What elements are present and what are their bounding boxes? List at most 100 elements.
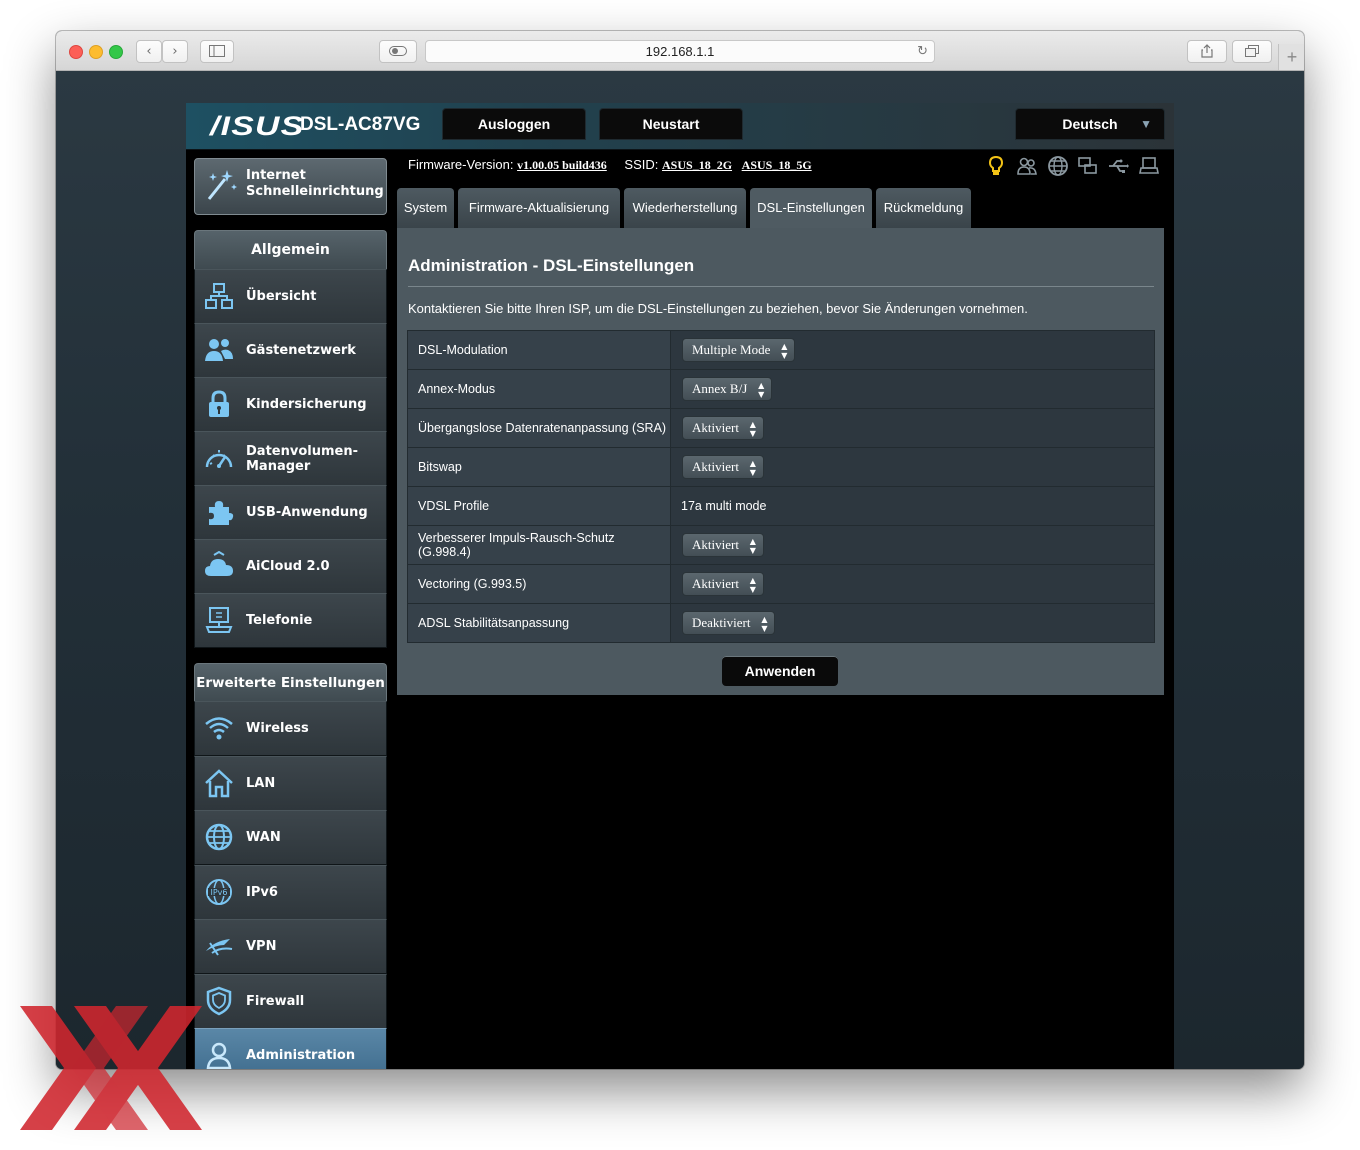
sidebar-item-guest-network[interactable]: Gästenetzwerk [194,323,387,378]
select-arrows-icon: ▲ ▼ [781,342,788,360]
adsl-stability-select[interactable]: Deaktiviert ▲ ▼ [682,611,776,635]
language-label: Deutsch [1062,116,1118,132]
sidebar-item-label: WAN [246,830,281,845]
sidebar-item-label: AiCloud 2.0 [246,559,330,574]
svg-text:IPv6: IPv6 [210,888,227,897]
tab-feedback[interactable]: Rückmeldung [876,188,971,228]
sidebar-item-wan[interactable]: WAN [194,810,387,865]
panel-description: Kontaktieren Sie bitte Ihren ISP, um die… [408,301,1028,316]
reboot-button[interactable]: Neustart [599,108,743,140]
sidebar-item-label: Telefonie [246,613,313,628]
setting-label: ADSL Stabilitätsanpassung [407,603,671,643]
browser-toolbar: ‹ › 192.168.1.1 ↻ + [56,31,1304,71]
printer-status-icon[interactable] [1138,155,1160,177]
general-section-header: Allgemein [194,230,387,269]
share-button[interactable] [1187,40,1227,63]
tab-system[interactable]: System [397,188,454,228]
vpn-icon [206,939,233,956]
tab-firmware-update[interactable]: Firmware-Aktualisierung [458,188,620,228]
sidebar-item-label: Gästenetzwerk [246,343,356,358]
logout-button[interactable]: Ausloggen [442,108,586,140]
reload-icon[interactable]: ↻ [917,41,928,62]
sra-select[interactable]: Aktiviert ▲ ▼ [682,416,764,440]
close-window-button[interactable] [69,45,83,59]
vectoring-select[interactable]: Aktiviert ▲ ▼ [682,572,764,596]
tab-restore[interactable]: Wiederherstellung [624,188,746,228]
magic-wand-icon [207,170,237,200]
firmware-version-link[interactable]: v1.00.05 build436 [517,158,607,172]
dsl-modulation-select[interactable]: Multiple Mode ▲ ▼ [682,338,796,362]
plus-icon: + [1286,47,1298,67]
sidebar-item-lan[interactable]: LAN [194,756,387,811]
select-value: Deaktiviert [692,615,751,630]
select-value: Aktiviert [692,420,739,435]
firmware-label: Firmware-Version: [408,157,514,172]
setting-label: Übergangslose Datenratenanpassung (SRA) [407,408,671,448]
chevron-down-icon: ▼ [1140,117,1152,131]
sidebar-item-label: Wireless [246,721,309,736]
table-row: DSL-Modulation Multiple Mode ▲ ▼ [407,330,1155,370]
network-map-icon [205,283,233,309]
sidebar-item-usb-application[interactable]: USB-Anwendung [194,485,387,540]
sidebar-item-ipv6[interactable]: IPv6 IPv6 [194,865,387,920]
page-viewport: /ISUS DSL-AC87VG Ausloggen Neustart Deut… [56,71,1304,1069]
clients-icon[interactable] [1016,155,1038,177]
language-select[interactable]: Deutsch ▼ [1015,108,1165,140]
sidebar-item-label: Übersicht [246,289,317,304]
quick-setup-button[interactable]: Internet Schnelleinrichtung [194,158,387,215]
internet-status-icon[interactable] [1047,155,1069,177]
model-name: DSL-AC87VG [300,114,421,135]
sidebar-item-label: IPv6 [246,885,278,900]
setting-label: Vectoring (G.993.5) [407,564,671,604]
sidebar-item-label: LAN [246,776,276,791]
select-arrows-icon: ▲ ▼ [758,381,765,399]
sidebar-icon [209,45,225,57]
wifi-icon [205,717,233,740]
sidebar-item-overview[interactable]: Übersicht [194,269,387,324]
lan-status-icon[interactable] [1077,155,1099,177]
new-tab-button[interactable]: + [1278,44,1304,70]
sidebar-item-administration[interactable]: Administration [194,1028,387,1069]
sidebar-item-traffic-manager[interactable]: Datenvolumen-Manager [194,431,387,486]
sidebar-item-label: Datenvolumen-Manager [246,443,358,474]
sidebar-item-label: Firewall [246,994,305,1009]
sidebar-item-telephony[interactable]: Telefonie [194,593,387,648]
ssid-5g-link[interactable]: ASUS_18_5G [742,158,812,172]
minimize-window-button[interactable] [89,45,103,59]
bitswap-select[interactable]: Aktiviert ▲ ▼ [682,455,764,479]
shield-icon [206,986,232,1016]
zoom-window-button[interactable] [109,45,123,59]
sidebar-item-vpn[interactable]: VPN [194,919,387,974]
apply-button[interactable]: Anwenden [722,656,838,686]
forward-button[interactable]: › [162,40,188,63]
back-icon: ‹ [146,44,152,59]
sidebar-item-aicloud[interactable]: AiCloud 2.0 [194,539,387,594]
address-bar[interactable]: 192.168.1.1 ↻ [425,40,935,63]
admin-user-icon [206,1042,232,1069]
sidebar-item-parental-controls[interactable]: Kindersicherung [194,377,387,432]
annex-mode-select[interactable]: Annex B/J ▲ ▼ [682,377,773,401]
dsl-settings-panel: Administration - DSL-Einstellungen Konta… [397,228,1164,695]
share-icon [1201,44,1213,58]
title-divider [408,286,1154,287]
sidebar-item-wireless[interactable]: Wireless [194,701,387,756]
ssid-2g-link[interactable]: ASUS_18_2G [662,158,732,172]
sidebar-toggle-button[interactable] [200,40,234,63]
select-value: Aktiviert [692,576,739,591]
forward-icon: › [172,44,178,59]
back-button[interactable]: ‹ [136,40,162,63]
select-arrows-icon: ▲ ▼ [749,420,756,438]
hint-bulb-icon[interactable] [986,155,1006,177]
ssid-label: SSID: [624,157,659,172]
select-value: Aktiviert [692,459,739,474]
traffic-gauge-icon [205,450,233,468]
impulse-noise-protection-select[interactable]: Aktiviert ▲ ▼ [682,533,764,557]
usb-puzzle-icon [209,501,234,525]
sidebar-item-firewall[interactable]: Firewall [194,974,387,1029]
telephony-icon [205,607,233,633]
tab-dsl-settings[interactable]: DSL-Einstellungen [750,188,872,228]
usb-status-icon[interactable] [1107,155,1129,177]
reader-toggle-button[interactable] [379,40,417,63]
tabs-overview-button[interactable] [1232,40,1272,63]
table-row: ADSL Stabilitätsanpassung Deaktiviert ▲ ▼ [407,603,1155,643]
